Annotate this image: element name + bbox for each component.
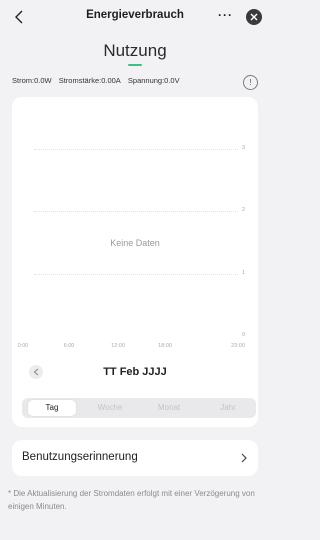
close-button[interactable] bbox=[246, 9, 262, 25]
top-bar: Energieverbrauch ··· bbox=[0, 0, 270, 34]
x-tick-label: 6:00 bbox=[63, 343, 75, 349]
gridline-3 bbox=[34, 149, 238, 151]
metrics-row: Strom:0.0W Stromstärke:0.00A Spannung:0.… bbox=[12, 76, 185, 85]
title-underline bbox=[128, 64, 142, 66]
x-tick-label: 18:00 bbox=[158, 343, 172, 349]
page-title: Nutzung bbox=[103, 41, 167, 60]
tab-day[interactable]: Tag bbox=[28, 400, 76, 416]
x-tick-label: 23:00 bbox=[231, 343, 245, 349]
close-icon bbox=[250, 13, 258, 21]
gridline-1 bbox=[34, 274, 238, 276]
x-tick-label: 0:00 bbox=[17, 343, 29, 349]
y-tick-label: 3 bbox=[242, 145, 246, 151]
usage-reminder-row[interactable]: Benutzungserinnerung bbox=[12, 440, 258, 476]
tab-month[interactable]: Monat bbox=[145, 400, 193, 416]
voltage-value: Spannung:0.0V bbox=[127, 76, 180, 85]
tab-year[interactable]: Jahr bbox=[204, 400, 252, 416]
more-options-button[interactable]: ··· bbox=[218, 8, 233, 22]
app-title: Energieverbrauch bbox=[86, 9, 184, 21]
current-value: Stromstärke:0.00A bbox=[58, 76, 121, 85]
empty-state-label: Keine Daten bbox=[110, 238, 160, 248]
info-icon[interactable] bbox=[243, 75, 258, 90]
period-selector: Tag Woche Monat Jahr bbox=[22, 398, 256, 418]
usage-reminder-label: Benutzungserinnerung bbox=[22, 451, 138, 463]
date-label: TT Feb JJJJ bbox=[103, 366, 167, 378]
y-tick-label: 1 bbox=[242, 270, 246, 276]
back-button[interactable] bbox=[14, 10, 28, 26]
chart-card: 3 2 1 0 Keine Daten 0:00 6:00 12:00 18:0… bbox=[12, 97, 258, 427]
chevron-left-icon bbox=[15, 10, 23, 24]
y-tick-label: 0 bbox=[242, 332, 246, 338]
gridline-2 bbox=[34, 211, 238, 213]
tab-week[interactable]: Woche bbox=[86, 400, 134, 416]
footnote: * Die Aktualisierung der Stromdaten erfo… bbox=[8, 489, 255, 511]
x-tick-label: 12:00 bbox=[111, 343, 125, 349]
y-tick-label: 2 bbox=[242, 207, 246, 213]
chevron-right-icon bbox=[241, 453, 247, 463]
power-value: Strom:0.0W bbox=[12, 76, 52, 85]
